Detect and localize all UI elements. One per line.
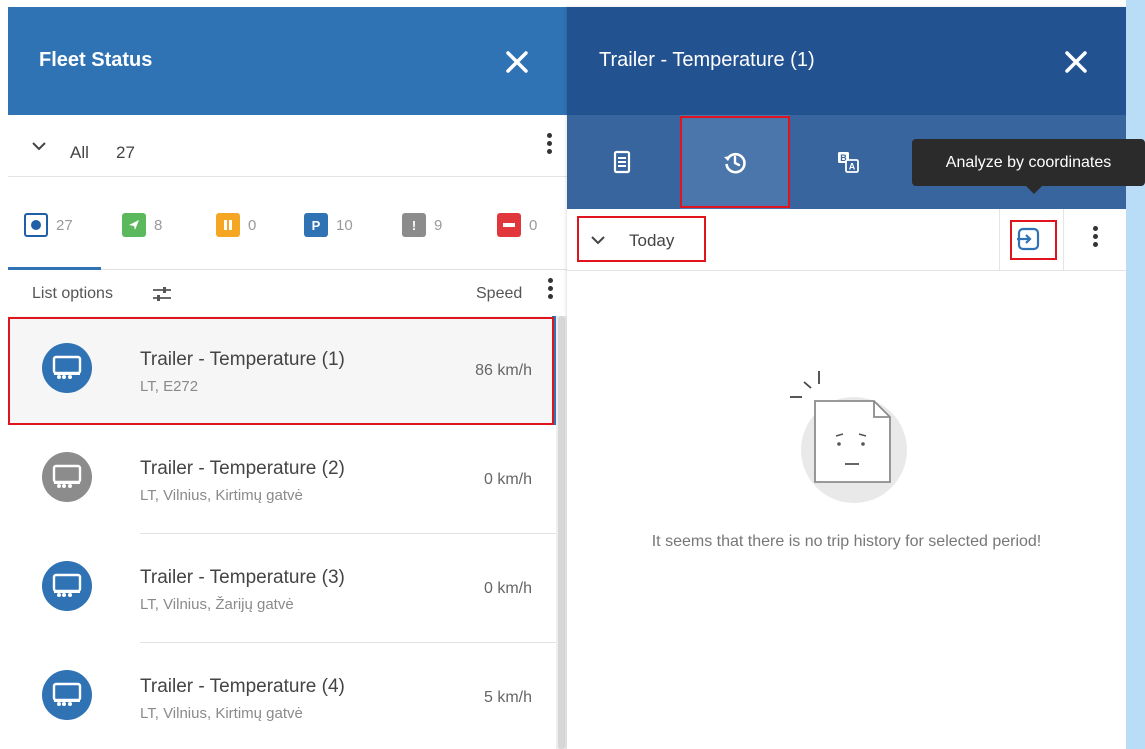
status-count: 9 <box>434 216 443 234</box>
vehicle-list-item[interactable]: Trailer - Temperature (3) LT, Vilnius, Ž… <box>8 534 556 643</box>
history-icon <box>724 152 746 174</box>
status-count: 27 <box>56 216 73 234</box>
status-count: 10 <box>336 216 353 234</box>
status-filter-moving[interactable]: 8 <box>122 213 162 237</box>
pause-icon <box>216 213 240 237</box>
top-strip <box>0 0 1145 7</box>
vehicle-name: Trailer - Temperature (3) <box>140 567 345 588</box>
vehicle-speed: 0 km/h <box>483 471 532 488</box>
close-detail-button[interactable] <box>1061 47 1091 77</box>
vehicle-address: LT, Vilnius, Kirtimų gatvė <box>140 487 303 504</box>
tab-history[interactable] <box>680 115 790 209</box>
trailer-icon <box>42 343 92 393</box>
fleet-status-panel: Fleet Status All 27 27 8 0 P 10 ! 9 0 Li… <box>8 7 567 749</box>
vehicle-address: LT, E272 <box>140 378 199 395</box>
navigation-arrow-icon <box>122 213 146 237</box>
analyze-coordinates-button[interactable] <box>1014 225 1042 253</box>
vehicle-list: Trailer - Temperature (1) LT, E272 86 km… <box>8 316 556 749</box>
status-filter-row: 27 8 0 P 10 ! 9 0 <box>8 177 567 270</box>
period-selector-row[interactable]: Today <box>567 209 1126 271</box>
sort-speed-label[interactable]: Speed <box>476 285 522 303</box>
empty-history-illustration <box>790 371 907 503</box>
fleet-status-header: Fleet Status <box>8 7 567 115</box>
vehicle-address: LT, Vilnius, Žarijų gatvė <box>140 596 294 613</box>
list-menu-button[interactable] <box>545 278 555 308</box>
status-filter-all[interactable]: 27 <box>24 213 73 237</box>
parking-icon: P <box>304 213 328 237</box>
status-filter-stopped[interactable]: 0 <box>497 213 537 237</box>
list-options-bar: List options Speed <box>8 270 567 316</box>
vehicle-address: LT, Vilnius, Kirtimų gatvė <box>140 705 303 722</box>
sliders-icon[interactable] <box>152 286 172 302</box>
group-filter-row[interactable]: All 27 <box>8 115 567 177</box>
vehicle-list-item[interactable]: Trailer - Temperature (4) LT, Vilnius, K… <box>8 643 556 749</box>
trailer-icon <box>42 561 92 611</box>
empty-history-message: It seems that there is no trip history f… <box>651 533 1042 550</box>
stop-icon <box>497 213 521 237</box>
vehicle-name: Trailer - Temperature (2) <box>140 458 345 479</box>
divider <box>1063 209 1064 271</box>
all-icon <box>24 213 48 237</box>
status-filter-parked[interactable]: P 10 <box>304 213 353 237</box>
list-options-button[interactable]: List options <box>32 285 113 303</box>
chevron-down-icon[interactable] <box>589 231 607 249</box>
group-filter-label: All <box>70 143 89 162</box>
group-filter-count: 27 <box>116 143 135 162</box>
vehicle-detail-title: Trailer - Temperature (1) <box>599 49 815 71</box>
translate-icon: B A <box>838 152 859 173</box>
vehicle-list-item[interactable]: Trailer - Temperature (1) LT, E272 86 km… <box>8 316 556 425</box>
vehicle-detail-panel: Trailer - Temperature (1) B A Today It s… <box>567 7 1126 749</box>
status-filter-paused[interactable]: 0 <box>216 213 256 237</box>
trailer-icon <box>42 452 92 502</box>
svg-text:A: A <box>849 162 856 172</box>
vehicle-speed: 0 km/h <box>483 580 532 597</box>
period-label: Today <box>629 231 675 250</box>
analyze-coordinates-tooltip: Analyze by coordinates <box>912 139 1145 186</box>
vehicle-speed: 86 km/h <box>475 362 532 379</box>
tab-details[interactable] <box>567 115 677 209</box>
status-count: 0 <box>248 216 257 234</box>
close-icon <box>1065 51 1087 73</box>
scrollbar-thumb[interactable] <box>558 316 565 749</box>
map-edge <box>1126 0 1145 749</box>
fleet-status-title: Fleet Status <box>39 49 153 71</box>
group-menu-button[interactable] <box>544 133 554 163</box>
document-icon <box>613 150 631 174</box>
vehicle-name: Trailer - Temperature (1) <box>140 349 345 370</box>
close-icon <box>506 51 528 73</box>
status-filter-alert[interactable]: ! 9 <box>402 213 442 237</box>
chevron-down-icon[interactable] <box>30 137 48 155</box>
alert-icon: ! <box>402 213 426 237</box>
status-count: 8 <box>154 216 163 234</box>
vehicle-list-scrollbar[interactable] <box>556 316 567 749</box>
status-count: 0 <box>529 216 538 234</box>
tooltip-arrow <box>1026 186 1042 194</box>
period-menu-button[interactable] <box>1090 226 1100 256</box>
trailer-icon <box>42 670 92 720</box>
vehicle-detail-header: Trailer - Temperature (1) <box>567 7 1126 115</box>
vehicle-speed: 5 km/h <box>483 689 532 706</box>
divider <box>999 209 1000 271</box>
close-fleet-button[interactable] <box>502 47 532 77</box>
vehicle-list-item[interactable]: Trailer - Temperature (2) LT, Vilnius, K… <box>8 425 556 534</box>
vehicle-name: Trailer - Temperature (4) <box>140 676 345 697</box>
tab-translate[interactable]: B A <box>793 115 903 209</box>
